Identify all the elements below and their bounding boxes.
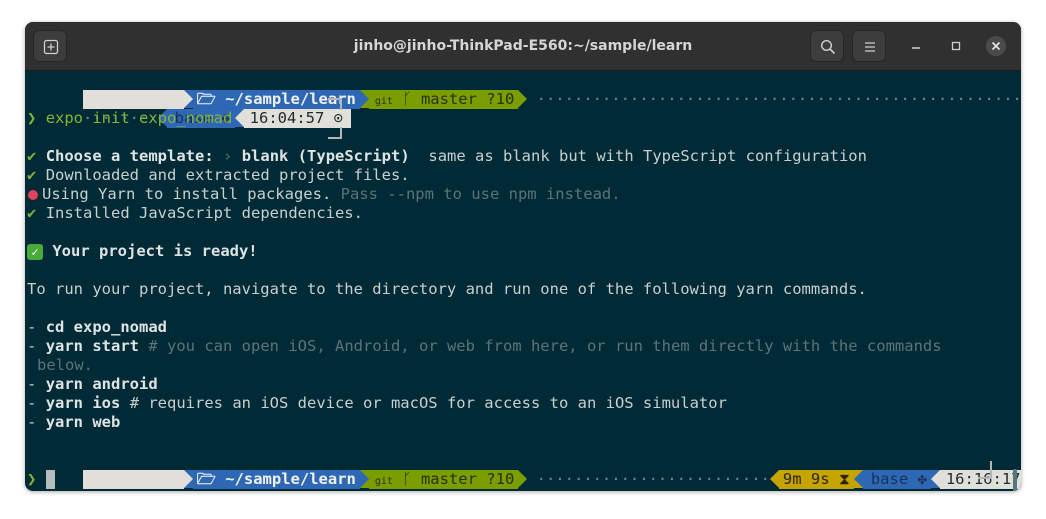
output-choose-template: ✔ Choose a template: › blank (TypeScript… [27, 147, 867, 165]
command-item-yarn-android: - yarn android [27, 375, 158, 393]
search-button[interactable] [810, 30, 844, 62]
command-item-yarn-ios: - yarn ios # requires an iOS device or m… [27, 394, 727, 412]
output-using-yarn: Using Yarn to install packages. Pass --n… [27, 185, 621, 204]
hamburger-menu-icon [865, 42, 875, 52]
pushpin-icon [28, 189, 38, 200]
prompt-filler: ························· [527, 470, 770, 488]
prompt-line-2: 🗁 ~/sample/learn git ᚴ master ?10 ·······… [27, 451, 1021, 489]
terminal-content[interactable]: 🗁 ~/sample/learn git ᚴ master ?10 ·······… [25, 71, 1021, 491]
text-cursor [45, 470, 55, 489]
git-label: git [374, 96, 393, 107]
prompt-symbol: ❯ [27, 109, 37, 127]
prompt-bracket-bottom [328, 127, 342, 139]
command-item-yarn-web: - yarn web [27, 413, 121, 431]
close-button[interactable] [986, 36, 1006, 56]
ubuntu-icon [83, 470, 184, 489]
git-branch: master [420, 90, 477, 108]
prompt-bracket-bottom-2 [978, 461, 992, 479]
command-line: ❯ expo init expo_nomad [27, 109, 232, 128]
prompt-dir-segment: 🗁 ~/sample/learn [192, 470, 360, 489]
scrollbar[interactable] [1013, 469, 1017, 491]
command-item-yarn-start-wrap: below. [37, 356, 93, 374]
git-branch: master [420, 470, 477, 488]
minimize-button[interactable] [906, 36, 926, 56]
prompt-filler: ········································… [536, 90, 1021, 108]
title-bar: jinho@jinho-ThinkPad-E560:~/sample/learn [25, 22, 1021, 71]
minimize-icon [912, 47, 920, 49]
branch-icon: ᚴ [402, 90, 412, 108]
hourglass-icon: ⧗ [838, 470, 850, 488]
menu-button[interactable] [852, 30, 886, 62]
prompt-bracket-top [328, 98, 342, 110]
git-status: ?10 [486, 470, 515, 488]
python-icon: ✤ [917, 470, 927, 488]
output-to-run: To run your project, navigate to the dir… [27, 280, 867, 298]
input-line[interactable]: ❯ [27, 470, 55, 489]
command-item-yarn-start: - yarn start # you can open iOS, Android… [27, 337, 942, 355]
prompt-symbol: ❯ [27, 470, 37, 488]
conda-env-segment: base ✤ [862, 470, 931, 489]
branch-icon: ᚴ [402, 470, 412, 488]
maximize-icon [951, 41, 961, 51]
close-icon [991, 41, 1001, 51]
maximize-button[interactable] [946, 36, 966, 56]
git-label: git [374, 476, 393, 487]
prompt-duration-segment: 9m 9s ⧗ [778, 470, 854, 489]
git-status: ?10 [486, 90, 515, 108]
command-item-cd: - cd expo_nomad [27, 318, 168, 336]
output-downloaded: ✔ Downloaded and extracted project files… [27, 166, 410, 184]
command-text: expo init expo_nomad [45, 109, 233, 127]
folder-icon: 🗁 [196, 470, 226, 488]
output-installed: ✔ Installed JavaScript dependencies. [27, 204, 363, 222]
output-ready: ✓ Your project is ready! [27, 242, 258, 261]
clock-icon: ⊙ [333, 109, 344, 127]
prompt-right-line-1: ········ base ✤ 16:04:57 ⊙ [27, 90, 352, 128]
prompt-git-segment: git ᚴ master ?10 [368, 90, 519, 109]
terminal-window: jinho@jinho-ThinkPad-E560:~/sample/learn [25, 22, 1021, 491]
prompt-time-segment: 16:04:57 ⊙ [243, 109, 352, 128]
search-icon [820, 39, 836, 55]
prompt-git-segment: git ᚴ master ?10 [368, 470, 519, 489]
checkmark-emoji-icon: ✓ [27, 243, 43, 260]
prompt-line-1: 🗁 ~/sample/learn git ᚴ master ?10 ·······… [27, 71, 1021, 124]
